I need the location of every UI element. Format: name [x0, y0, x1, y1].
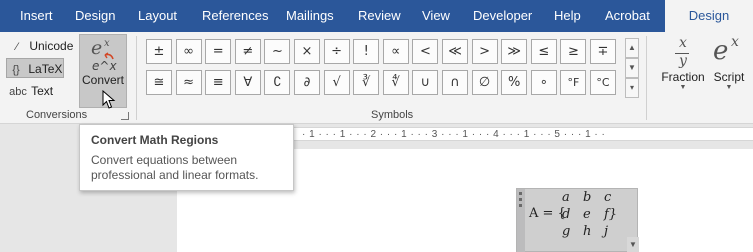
symbol-button[interactable]: ≥: [560, 39, 587, 64]
gallery-scroll-down-button[interactable]: ▼: [625, 58, 639, 78]
matrix-cell: b: [583, 190, 592, 205]
tab-design[interactable]: Design: [75, 0, 115, 32]
symbol-button[interactable]: ≡: [205, 70, 232, 95]
script-icon: e x: [708, 34, 750, 70]
symbol-button[interactable]: °F: [560, 70, 587, 95]
matrix-cell: g: [562, 224, 571, 239]
fraction-icon: x y: [658, 34, 708, 70]
latex-label: LaTeX: [28, 62, 63, 76]
script-superscript: x: [731, 34, 739, 50]
symbol-button[interactable]: =: [205, 39, 232, 64]
matrix-cell: c: [604, 190, 612, 205]
unicode-icon: ⁄: [16, 41, 18, 53]
gallery-scroll-up-button[interactable]: ▲: [625, 38, 639, 58]
group-separator: [646, 36, 647, 120]
symbol-button[interactable]: ∘: [530, 70, 557, 95]
fraction-dropdown-icon: ▼: [679, 84, 687, 91]
gallery-more-button[interactable]: ▾: [625, 78, 639, 98]
equation-drag-handle[interactable]: [517, 189, 525, 252]
matrix-cell: h: [583, 224, 592, 239]
matrix-cell: j: [604, 224, 609, 239]
text-format-icon: abc: [9, 86, 27, 98]
symbol-button[interactable]: ∜: [382, 70, 409, 95]
script-button[interactable]: e x Script ▼: [708, 34, 750, 91]
symbol-button[interactable]: ∪: [412, 70, 439, 95]
symbol-button[interactable]: °C: [590, 70, 616, 95]
svg-text:e: e: [91, 37, 102, 59]
ribbon-tab-bar: Insert Design Layout References Mailings…: [0, 0, 753, 33]
unicode-option[interactable]: ⁄ Unicode: [8, 36, 74, 56]
tab-view[interactable]: View: [422, 0, 450, 32]
latex-option[interactable]: {} LaTeX: [6, 58, 64, 78]
symbol-button[interactable]: √: [323, 70, 350, 95]
symbol-button[interactable]: ≤: [530, 39, 557, 64]
symbol-button[interactable]: ≪: [442, 39, 468, 64]
matrix-cell: d: [562, 207, 571, 222]
tab-acrobat[interactable]: Acrobat: [605, 0, 650, 32]
symbol-button[interactable]: >: [471, 39, 498, 64]
tab-layout[interactable]: Layout: [138, 0, 177, 32]
tab-developer[interactable]: Developer: [473, 0, 532, 32]
symbol-button[interactable]: ∩: [442, 70, 468, 95]
svg-text:e^x: e^x: [92, 59, 117, 73]
symbol-button[interactable]: ×: [294, 39, 320, 64]
matrix-cell: e: [583, 207, 591, 222]
symbol-button[interactable]: ∂: [294, 70, 320, 95]
symbol-button[interactable]: ≅: [146, 70, 172, 95]
latex-icon: {}: [12, 64, 20, 76]
group-separator: [136, 36, 137, 120]
conversions-group-label: Conversions: [26, 109, 88, 121]
symbol-button[interactable]: ≫: [501, 39, 528, 64]
fraction-button[interactable]: x y Fraction ▼: [658, 34, 708, 91]
symbol-button[interactable]: ±: [146, 39, 172, 64]
matrix-cell: f}: [604, 207, 618, 222]
symbol-button[interactable]: ∝: [382, 39, 409, 64]
fraction-numerator: x: [679, 35, 687, 51]
tooltip-description: Convert equations between professional a…: [91, 153, 259, 182]
symbol-button[interactable]: %: [501, 70, 528, 95]
ruler-ticks: · 1 · · · 1 · · · 2 · · · 1 · · · 3 · · …: [302, 129, 606, 140]
fraction-denominator: y: [679, 53, 687, 69]
script-base: e: [713, 36, 729, 66]
symbol-button[interactable]: ≈: [175, 70, 202, 95]
mouse-pointer-icon: [102, 89, 116, 115]
svg-text:x: x: [104, 38, 110, 49]
tab-references[interactable]: References: [202, 0, 268, 32]
script-label: Script: [713, 70, 745, 84]
symbol-button[interactable]: <: [412, 39, 439, 64]
symbol-button[interactable]: ~: [264, 39, 291, 64]
symbol-button[interactable]: !: [353, 39, 380, 64]
script-dropdown-icon: ▼: [725, 84, 733, 91]
text-label: Text: [31, 84, 54, 98]
equation-region[interactable]: A = { a b c d e f} g h j ▼: [516, 188, 639, 252]
tooltip: Convert Math Regions Convert equations b…: [79, 124, 294, 191]
conversions-dialog-launcher[interactable]: [121, 112, 129, 120]
symbol-button[interactable]: ∓: [590, 39, 616, 64]
symbols-group-label: Symbols: [371, 109, 414, 121]
tooltip-title: Convert Math Regions: [91, 133, 219, 147]
tab-help[interactable]: Help: [554, 0, 581, 32]
convert-icon: e x e^x: [86, 37, 122, 73]
tab-equation-design[interactable]: Design: [665, 0, 753, 33]
tab-insert[interactable]: Insert: [20, 0, 53, 32]
symbol-button[interactable]: ∞: [175, 39, 202, 64]
fraction-label: Fraction: [661, 70, 705, 84]
symbol-button[interactable]: ∛: [353, 70, 380, 95]
symbol-button[interactable]: ≠: [234, 39, 261, 64]
text-option[interactable]: abc Text: [8, 81, 68, 101]
unicode-label: Unicode: [29, 39, 74, 53]
tab-review[interactable]: Review: [358, 0, 401, 32]
equation-options-dropdown-icon[interactable]: ▼: [627, 237, 639, 252]
symbol-button[interactable]: ∅: [471, 70, 498, 95]
convert-label: Convert: [81, 73, 125, 87]
matrix-cell: a: [562, 190, 570, 205]
symbol-button[interactable]: ÷: [323, 39, 350, 64]
symbol-button[interactable]: ∁: [264, 70, 291, 95]
symbol-button[interactable]: ∀: [234, 70, 261, 95]
tab-mailings[interactable]: Mailings: [286, 0, 334, 32]
equation-lhs: A = {: [529, 206, 566, 221]
